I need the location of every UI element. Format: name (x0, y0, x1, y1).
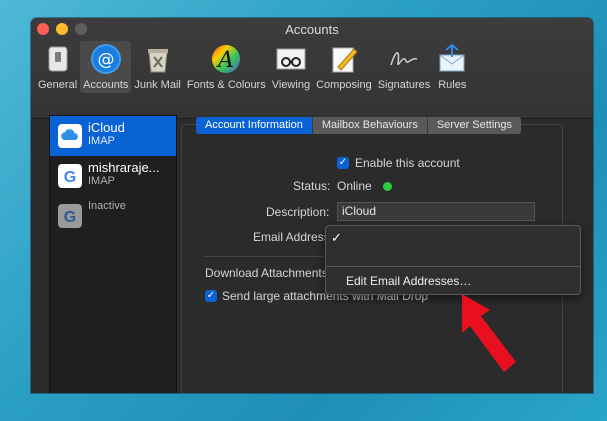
signature-icon (388, 43, 420, 75)
status-online-indicator (383, 182, 392, 191)
account-item-google[interactable]: G mishraraje... IMAP (50, 156, 176, 196)
enable-account-label: Enable this account (355, 156, 460, 170)
email-address-label: Email Address (253, 230, 330, 244)
toolbar-general-label: General (38, 79, 78, 91)
edit-email-addresses-item[interactable]: Edit Email Addresses… (346, 274, 471, 288)
red-arrow-icon (462, 294, 516, 372)
svg-text:G: G (64, 209, 76, 226)
junk-bin-icon (142, 43, 174, 75)
toolbar-junk-mail-label: Junk Mail (134, 79, 181, 91)
toolbar-accounts-label: Accounts (83, 79, 129, 91)
tab-mailbox-behaviours[interactable]: Mailbox Behaviours (312, 117, 428, 134)
toolbar-signatures-label: Signatures (377, 79, 431, 91)
toolbar-accounts[interactable]: @ Accounts (80, 41, 132, 93)
menu-separator (326, 266, 580, 267)
window-title: Accounts (285, 22, 339, 37)
account-name: iCloud (88, 120, 125, 135)
account-type: IMAP (88, 175, 115, 187)
pencil-paper-icon (328, 43, 360, 75)
toolbar-general[interactable]: General (35, 41, 80, 93)
description-field[interactable]: iCloud (337, 202, 535, 221)
toolbar-fonts-colours-label: Fonts & Colours (186, 79, 266, 91)
color-font-icon: A (210, 43, 242, 75)
svg-text:A: A (216, 48, 234, 73)
google-icon: G (58, 164, 82, 188)
glasses-icon (275, 43, 307, 75)
account-name: mishraraje... (88, 160, 160, 175)
toolbar-viewing-label: Viewing (271, 79, 311, 91)
status-label: Status: (293, 179, 331, 193)
description-label: Description: (266, 205, 330, 219)
general-switch-icon (42, 43, 74, 75)
google-icon: G (58, 204, 82, 228)
svg-text:G: G (64, 169, 76, 186)
toolbar-rules[interactable]: Rules (433, 41, 471, 93)
accounts-sidebar: iCloud IMAP G mishraraje... IMAP G Inact… (49, 115, 177, 393)
preferences-toolbar: General @ Accounts Junk Mail A Fonts & C… (35, 41, 471, 93)
svg-text:@: @ (97, 50, 114, 70)
status-value: Online (337, 179, 372, 193)
enable-account-checkbox[interactable]: ✓ (337, 157, 349, 169)
title-bar: Accounts General @ Accounts Junk Mail A … (31, 18, 593, 119)
toolbar-rules-label: Rules (438, 79, 467, 91)
icloud-icon (58, 124, 82, 148)
toolbar-fonts-colours[interactable]: A Fonts & Colours (184, 41, 269, 93)
email-address-dropdown-menu: ✓ Edit Email Addresses… (325, 225, 581, 295)
rules-envelope-icon (436, 43, 468, 75)
tab-server-settings[interactable]: Server Settings (427, 117, 522, 134)
account-item-icloud[interactable]: iCloud IMAP (50, 116, 176, 156)
toolbar-viewing[interactable]: Viewing (269, 41, 313, 93)
account-type: Inactive (88, 200, 126, 212)
toolbar-composing-label: Composing (316, 79, 372, 91)
section-divider (203, 256, 323, 257)
account-tabs: Account Information Mailbox Behaviours S… (196, 117, 522, 134)
account-item-inactive[interactable]: G Inactive (50, 196, 176, 236)
mail-drop-checkbox[interactable]: ✓ (205, 290, 217, 302)
tab-account-information[interactable]: Account Information (196, 117, 313, 134)
download-attachments-label: Download Attachments (205, 266, 328, 280)
account-type: IMAP (88, 135, 115, 147)
selected-checkmark-icon[interactable]: ✓ (331, 230, 342, 246)
toolbar-signatures[interactable]: Signatures (375, 41, 434, 93)
toolbar-junk-mail[interactable]: Junk Mail (131, 41, 183, 93)
toolbar-composing[interactable]: Composing (313, 41, 375, 93)
at-sign-icon: @ (90, 43, 122, 75)
